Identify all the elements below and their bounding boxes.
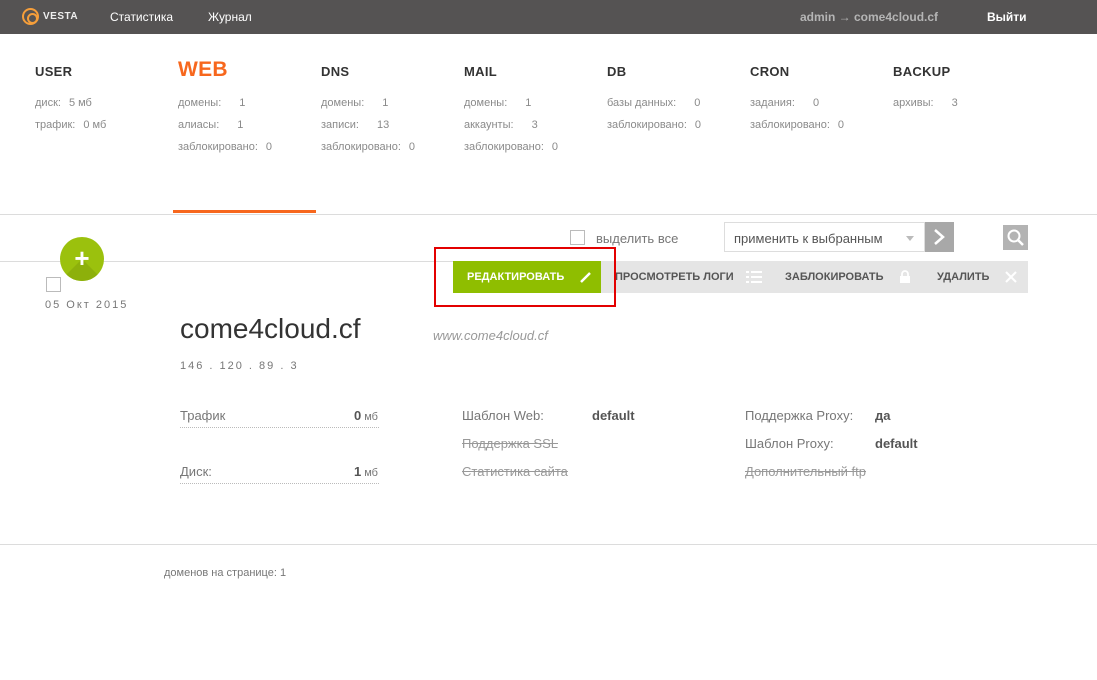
stat-title: DNS	[321, 64, 350, 79]
close-icon	[1005, 271, 1017, 283]
nav-log[interactable]: Журнал	[208, 10, 252, 24]
select-all-label[interactable]: выделить все	[596, 231, 678, 246]
stat-row: заблокировано: 0	[178, 141, 273, 153]
stat-row: алиасы: 1	[178, 119, 244, 131]
site-stats: Статистика сайта	[462, 464, 568, 479]
view-logs-label: ПРОСМОТРЕТЬ ЛОГИ	[615, 271, 734, 283]
disk-label: Диск:	[180, 464, 212, 479]
logo-text: VESTA	[43, 11, 79, 22]
search-icon	[1007, 229, 1024, 246]
stat-title: BACKUP	[893, 64, 951, 79]
bulk-action-value: применить к выбранным	[734, 231, 883, 246]
proxy-support-value: да	[875, 408, 891, 423]
suspend-button[interactable]: ЗАБЛОКИРОВАТЬ	[771, 261, 923, 293]
active-tab-underline	[173, 210, 316, 213]
ssl-support: Поддержка SSL	[462, 436, 559, 451]
chevron-down-icon	[906, 236, 914, 241]
chevron-right-icon	[934, 229, 945, 245]
item-date: 05 Окт 2015	[45, 299, 129, 311]
stat-row: архивы: 3	[893, 97, 958, 109]
view-logs-button[interactable]: ПРОСМОТРЕТЬ ЛОГИ	[601, 261, 771, 293]
divider	[0, 544, 1097, 545]
user-path[interactable]: admin → come4cloud.cf	[800, 10, 938, 24]
list-icon	[746, 271, 762, 283]
bulk-action-select[interactable]: применить к выбранным	[724, 222, 925, 252]
stat-title: USER	[35, 64, 73, 79]
stat-row: базы данных: 0	[607, 97, 701, 109]
top-bar: VESTA Статистика Журнал admin → come4clo…	[0, 0, 1097, 34]
stat-user[interactable]: USER диск: 5 мб трафик: 0 мб	[35, 64, 106, 131]
add-domain-button[interactable]: +	[60, 237, 104, 281]
stat-dns[interactable]: DNS домены: 1 записи: 13 заблокировано: 0	[321, 64, 415, 153]
suspend-label: ЗАБЛОКИРОВАТЬ	[785, 271, 884, 283]
stat-row: записи: 13	[321, 119, 390, 131]
logout-link[interactable]: Выйти	[987, 10, 1027, 24]
divider	[0, 214, 1097, 215]
domain-name[interactable]: come4cloud.cf	[180, 313, 361, 345]
proxy-template-value: default	[875, 436, 918, 451]
traffic-value: 0 мб	[354, 408, 378, 423]
stat-row: заблокировано: 0	[607, 119, 702, 131]
row-checkbox[interactable]	[46, 277, 61, 292]
highlight-box	[434, 247, 616, 307]
stat-row: заблокировано: 0	[321, 141, 416, 153]
stat-web[interactable]: WEB домены: 1 алиасы: 1 заблокировано: 0	[178, 58, 272, 153]
disk-value: 1 мб	[354, 464, 378, 479]
stat-row: заблокировано: 0	[464, 141, 559, 153]
delete-button[interactable]: УДАЛИТЬ	[923, 261, 1028, 293]
select-all-checkbox[interactable]	[570, 230, 585, 245]
lock-icon	[900, 270, 910, 283]
proxy-template-label: Шаблон Proxy:	[745, 436, 834, 451]
plus-icon: +	[74, 243, 90, 273]
nav-statistics[interactable]: Статистика	[110, 10, 173, 24]
stat-row: домены: 1	[464, 97, 532, 109]
per-page-info: доменов на странице: 1	[164, 567, 287, 579]
stat-db[interactable]: DB базы данных: 0 заблокировано: 0	[607, 64, 701, 131]
stat-title: MAIL	[464, 64, 497, 79]
stat-row: домены: 1	[321, 97, 389, 109]
logo[interactable]: VESTA	[22, 8, 78, 25]
stat-title: CRON	[750, 64, 790, 79]
proxy-support-label: Поддержка Proxy:	[745, 408, 854, 423]
traffic-label: Трафик	[180, 408, 226, 423]
stat-cron[interactable]: CRON задания: 0 заблокировано: 0	[750, 64, 844, 131]
stat-row: задания: 0	[750, 97, 820, 109]
delete-label: УДАЛИТЬ	[937, 271, 990, 283]
stat-row: трафик: 0 мб	[35, 119, 107, 131]
stat-row: диск: 5 мб	[35, 97, 92, 109]
domain-alias: www.come4cloud.cf	[433, 328, 548, 343]
stat-backup[interactable]: BACKUP архивы: 3	[893, 64, 958, 109]
vesta-logo-icon	[22, 8, 39, 25]
web-template-label: Шаблон Web:	[462, 408, 544, 423]
web-template-value: default	[592, 408, 635, 423]
search-button[interactable]	[1003, 225, 1028, 250]
stat-row: заблокировано: 0	[750, 119, 845, 131]
stat-title: DB	[607, 64, 627, 79]
stat-mail[interactable]: MAIL домены: 1 аккаунты: 3 заблокировано: 0	[464, 64, 558, 153]
stat-row: аккаунты: 3	[464, 119, 538, 131]
stat-title: WEB	[178, 58, 228, 81]
domain-ip: 146 . 120 . 89 . 3	[180, 360, 299, 372]
apply-button[interactable]	[925, 222, 954, 252]
extra-ftp: Дополнительный ftp	[745, 464, 867, 479]
stat-row: домены: 1	[178, 97, 246, 109]
